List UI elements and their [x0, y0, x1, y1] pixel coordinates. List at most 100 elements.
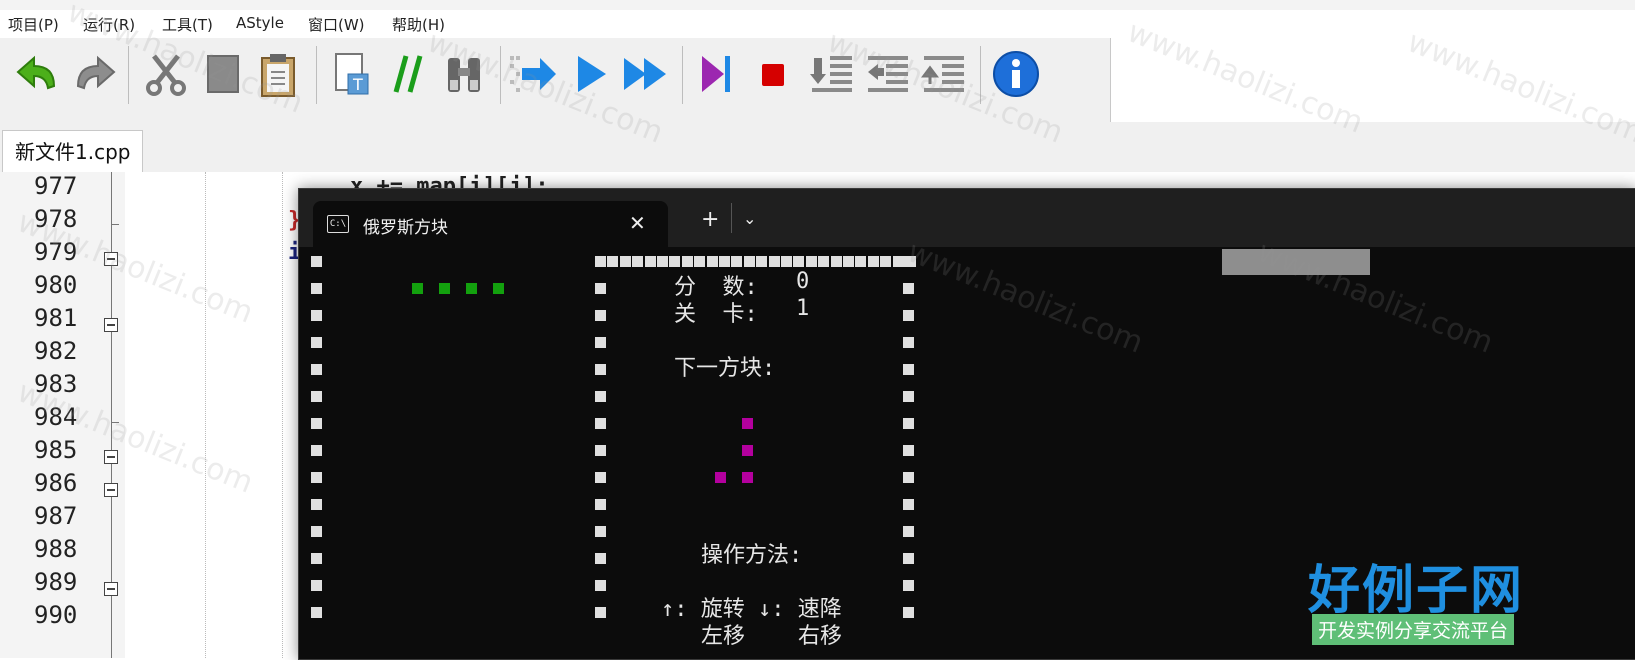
- toggle-icon: [921, 56, 964, 92]
- comment-button[interactable]: [382, 48, 434, 100]
- border-block: [903, 418, 914, 429]
- border-block: [595, 337, 606, 348]
- terminal-tab-title: 俄罗斯方块: [363, 218, 448, 238]
- border-block: [805, 256, 817, 267]
- border-block: [311, 445, 322, 456]
- border-block: [657, 256, 668, 267]
- border-block: [903, 607, 914, 618]
- new-tab-plus-icon[interactable]: +: [701, 207, 719, 232]
- indent-button[interactable]: [806, 48, 858, 100]
- border-block: [694, 256, 706, 267]
- border-block: [311, 607, 322, 618]
- close-icon[interactable]: ✕: [629, 211, 646, 235]
- border-block: [818, 256, 830, 267]
- indent-icon: [810, 56, 852, 92]
- border-block: [595, 364, 606, 375]
- fold-toggle[interactable]: [104, 318, 118, 332]
- find-button[interactable]: [438, 48, 490, 100]
- fold-toggle[interactable]: [104, 252, 118, 266]
- border-block: [632, 256, 644, 267]
- next-piece-block: [715, 472, 726, 483]
- debug-icon: [702, 56, 730, 92]
- copy-button[interactable]: [196, 48, 248, 100]
- line-number: 987: [34, 502, 78, 530]
- border-block: [903, 553, 914, 564]
- insert-template-icon: T: [335, 53, 369, 95]
- indent-guide: [205, 172, 206, 658]
- border-block: [903, 445, 914, 456]
- file-tab-row: 新文件1.cpp: [0, 122, 1635, 173]
- toolbar-separator: [316, 46, 317, 104]
- toolbar-separator: [980, 46, 981, 104]
- debug-button[interactable]: [690, 48, 742, 100]
- border-block: [595, 445, 606, 456]
- redo-icon: [76, 55, 116, 90]
- fold-end-tick: [111, 422, 119, 423]
- site-slogan: 开发实例分享交流平台: [1312, 614, 1515, 645]
- controls-line-2: 左移 右移: [701, 624, 842, 649]
- menu-item-run[interactable]: 运行(R): [83, 14, 135, 35]
- unindent-icon: [868, 56, 908, 92]
- border-block: [768, 256, 780, 267]
- line-number: 986: [34, 469, 78, 497]
- border-block: [706, 256, 718, 267]
- fold-toggle[interactable]: [104, 582, 118, 596]
- selection-highlight: [1222, 249, 1370, 275]
- compile-icon: [510, 56, 556, 92]
- border-block: [311, 391, 322, 402]
- undo-button[interactable]: [12, 48, 64, 100]
- controls-label: 操作方法:: [701, 543, 803, 568]
- copy-icon: [207, 55, 239, 93]
- border-block: [644, 256, 656, 267]
- compile-button[interactable]: [508, 48, 560, 100]
- site-logo: 好例子网: [1308, 561, 1525, 621]
- border-block: [311, 283, 322, 294]
- border-block: [669, 256, 681, 267]
- line-number: 982: [34, 337, 78, 365]
- border-block: [903, 499, 914, 510]
- border-block: [595, 256, 606, 267]
- border-block: [793, 256, 805, 267]
- svg-text:T: T: [352, 75, 363, 94]
- menu-item-help[interactable]: 帮助(H): [392, 14, 445, 35]
- undo-icon: [16, 55, 56, 90]
- border-block: [903, 580, 914, 591]
- line-number: 981: [34, 304, 78, 332]
- menu-item-astyle[interactable]: AStyle: [236, 14, 284, 32]
- toolbar: T: [0, 38, 1111, 123]
- falling-piece-block: [439, 283, 450, 294]
- fold-toggle[interactable]: [104, 483, 118, 497]
- cut-button[interactable]: [140, 48, 192, 100]
- chevron-down-icon[interactable]: ⌄: [743, 209, 756, 228]
- paste-button[interactable]: [252, 48, 304, 100]
- compile-run-button[interactable]: [620, 48, 672, 100]
- tab-divider: [731, 203, 732, 233]
- terminal-tab[interactable]: C:\ 俄罗斯方块 ✕: [313, 201, 668, 247]
- about-button[interactable]: [990, 48, 1042, 100]
- indent-guide: [282, 172, 283, 658]
- insert-template-button[interactable]: T: [326, 48, 378, 100]
- next-piece-block: [742, 472, 753, 483]
- file-tab[interactable]: 新文件1.cpp: [2, 130, 144, 173]
- fold-toggle[interactable]: [104, 450, 118, 464]
- paste-icon: [261, 54, 295, 97]
- border-block: [311, 526, 322, 537]
- border-block: [311, 256, 322, 267]
- border-block: [903, 364, 914, 375]
- menu-item-project[interactable]: 项目(P): [8, 14, 59, 35]
- unindent-button[interactable]: [862, 48, 914, 100]
- border-block: [892, 256, 904, 267]
- line-number: 990: [34, 601, 78, 629]
- border-block: [743, 256, 755, 267]
- menu-item-window[interactable]: 窗口(W): [308, 14, 365, 35]
- border-block: [903, 526, 914, 537]
- run-button[interactable]: [564, 48, 616, 100]
- binoculars-icon: [448, 58, 480, 92]
- toggle-button[interactable]: [918, 48, 970, 100]
- redo-button[interactable]: [68, 48, 120, 100]
- next-piece-block: [742, 418, 753, 429]
- menu-bar: 项目(P) 运行(R) 工具(T) AStyle 窗口(W) 帮助(H): [0, 10, 1635, 38]
- stop-button[interactable]: [746, 48, 798, 100]
- menu-item-tools[interactable]: 工具(T): [162, 14, 213, 35]
- line-number: 980: [34, 271, 78, 299]
